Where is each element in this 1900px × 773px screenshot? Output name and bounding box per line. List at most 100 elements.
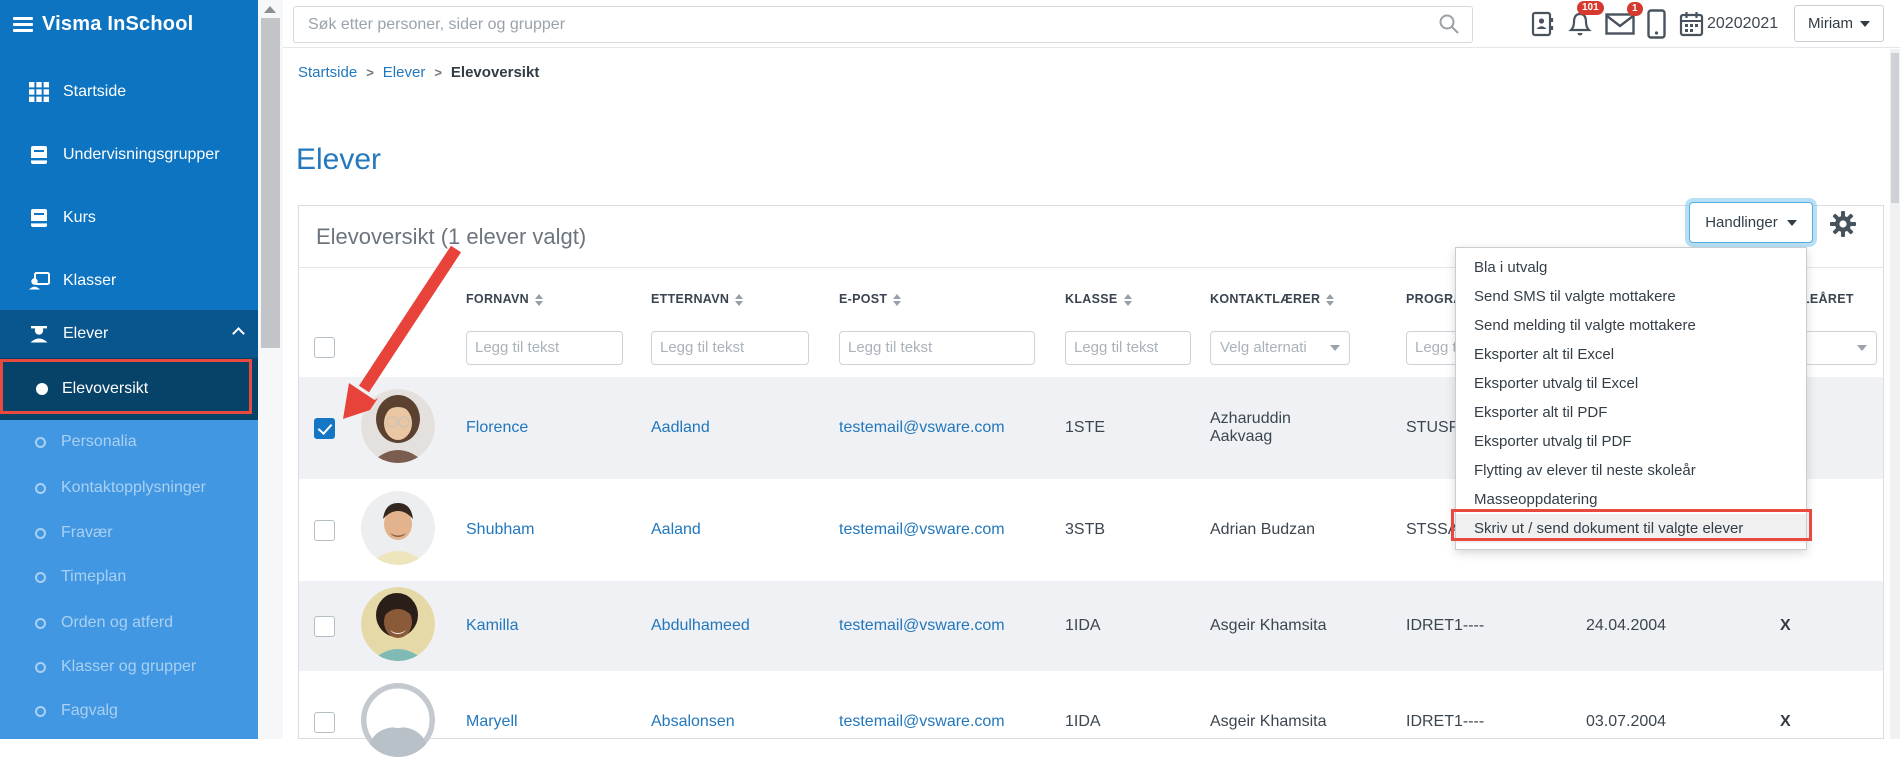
menu-item-eksporter-alt-pdf[interactable]: Eksporter alt til PDF <box>1456 398 1806 427</box>
bullet-ring-icon <box>35 483 46 494</box>
messages-envelope-icon[interactable] <box>1605 13 1635 35</box>
sidebar-item-elevoversikt[interactable]: Elevoversikt <box>0 358 258 420</box>
select-all-checkbox[interactable] <box>314 337 335 358</box>
breadcrumb-startside[interactable]: Startside <box>298 64 357 81</box>
sidebar-item-fravaer[interactable]: Fravær <box>0 518 258 548</box>
column-header-etternavn[interactable]: ETTERNAVN <box>637 268 825 318</box>
page-scrollbar[interactable] <box>1890 49 1900 739</box>
sidebar-item-elever[interactable]: Elever <box>0 310 258 358</box>
sidebar-item-fagvalg[interactable]: Fagvalg <box>0 696 258 726</box>
etternavn-link[interactable]: Absalonsen <box>651 713 735 730</box>
menu-item-send-melding[interactable]: Send melding til valgte mottakere <box>1456 311 1806 340</box>
menu-item-flytting[interactable]: Flytting av elever til neste skoleår <box>1456 456 1806 485</box>
hamburger-menu-icon[interactable] <box>13 14 33 35</box>
user-menu-button[interactable]: Miriam <box>1794 5 1884 42</box>
book-icon <box>28 144 50 166</box>
bullet-ring-icon <box>35 572 46 583</box>
table-row[interactable]: Maryell Absalonsen testemail@vsware.com … <box>299 671 1883 773</box>
notifications-bell-icon[interactable] <box>1567 11 1593 38</box>
scroll-up-arrow-icon[interactable] <box>264 6 276 13</box>
row-checkbox[interactable] <box>314 418 335 439</box>
etternavn-link[interactable]: Aadland <box>651 419 710 436</box>
menu-item-eksporter-utvalg-pdf[interactable]: Eksporter utvalg til PDF <box>1456 427 1806 456</box>
fornavn-link[interactable]: Florence <box>466 419 528 436</box>
fornavn-link[interactable]: Maryell <box>466 713 518 730</box>
row-checkbox[interactable] <box>314 520 335 541</box>
handlinger-button[interactable]: Handlinger <box>1689 202 1813 243</box>
avatar <box>361 389 435 463</box>
sidebar-item-timeplan[interactable]: Timeplan <box>0 562 258 592</box>
column-header-epost[interactable]: E-POST <box>825 268 1051 318</box>
row-checkbox[interactable] <box>314 712 335 733</box>
breadcrumb-separator: > <box>434 65 442 80</box>
sidebar-item-kontaktopplysninger[interactable]: Kontaktopplysninger <box>0 473 258 503</box>
scrollbar-thumb[interactable] <box>1891 53 1899 203</box>
etternavn-link[interactable]: Abdulhameed <box>651 617 750 634</box>
sidebar-item-undervisningsgrupper[interactable]: Undervisningsgrupper <box>0 138 258 172</box>
filter-cell <box>299 318 347 377</box>
sort-icon[interactable] <box>1326 294 1334 306</box>
settings-gear-icon[interactable] <box>1829 210 1857 238</box>
sidebar-item-startside[interactable]: Startside <box>0 75 258 109</box>
column-header-kontaktlaerer[interactable]: KONTAKTLÆRER <box>1196 268 1392 318</box>
klasse-filter-input[interactable] <box>1065 331 1191 365</box>
elever-submenu: Personalia Kontaktopplysninger Fravær Ti… <box>0 420 258 739</box>
breadcrumb-elever[interactable]: Elever <box>383 64 426 81</box>
remove-x-button[interactable]: X <box>1780 617 1791 634</box>
sidebar-item-label: Startside <box>63 83 126 101</box>
sidebar-item-label: Elever <box>63 325 108 343</box>
sort-icon[interactable] <box>1124 294 1132 306</box>
breadcrumb: Startside > Elever > Elevoversikt <box>298 64 539 81</box>
scrollbar-thumb[interactable] <box>261 18 280 348</box>
etternavn-filter-input[interactable] <box>651 331 809 365</box>
menu-item-eksporter-utvalg-excel[interactable]: Eksporter utvalg til Excel <box>1456 369 1806 398</box>
contacts-icon[interactable] <box>1529 11 1555 37</box>
row-checkbox[interactable] <box>314 616 335 637</box>
sidebar-item-label: Klasser <box>63 272 116 290</box>
sort-icon[interactable] <box>535 294 543 306</box>
chevron-down-icon <box>1857 345 1867 351</box>
bullet-ring-icon <box>35 528 46 539</box>
chevron-down-icon <box>1787 220 1797 226</box>
menu-item-masseoppdatering[interactable]: Masseoppdatering <box>1456 485 1806 514</box>
calendar-icon[interactable] <box>1679 11 1704 37</box>
sort-icon[interactable] <box>893 294 901 306</box>
epost-link[interactable]: testemail@vsware.com <box>839 713 1005 730</box>
menu-item-skriv-ut-send-dokument[interactable]: Skriv ut / send dokument til valgte elev… <box>1456 514 1806 543</box>
fornavn-link[interactable]: Shubham <box>466 521 535 538</box>
filter-cell <box>347 318 452 377</box>
fornavn-link[interactable]: Kamilla <box>466 617 518 634</box>
sidebar-scrollbar[interactable] <box>258 0 283 739</box>
school-year-label: 20202021 <box>1707 15 1778 33</box>
sidebar-item-personalia[interactable]: Personalia <box>0 427 258 457</box>
mobile-phone-icon[interactable] <box>1647 9 1666 39</box>
app-logo: Visma InSchool <box>42 13 193 36</box>
chevron-down-icon <box>1330 345 1340 351</box>
sidebar-item-orden-og-atferd[interactable]: Orden og atferd <box>0 608 258 638</box>
fornavn-filter-input[interactable] <box>466 331 623 365</box>
fodselsdato-cell: 03.07.2004 <box>1552 671 1760 773</box>
notifications-badge[interactable]: 101 <box>1577 1 1604 15</box>
search-input[interactable] <box>293 6 1473 43</box>
chevron-up-icon <box>232 327 245 340</box>
etternavn-link[interactable]: Aaland <box>651 521 701 538</box>
epost-link[interactable]: testemail@vsware.com <box>839 521 1005 538</box>
sidebar-item-kurs[interactable]: Kurs <box>0 201 258 235</box>
table-row[interactable]: Kamilla Abdulhameed testemail@vsware.com… <box>299 581 1883 671</box>
epost-filter-input[interactable] <box>839 331 1035 365</box>
menu-item-eksporter-alt-excel[interactable]: Eksporter alt til Excel <box>1456 340 1806 369</box>
sidebar-item-klasser-og-grupper[interactable]: Klasser og grupper <box>0 652 258 682</box>
menu-item-bla-i-utvalg[interactable]: Bla i utvalg <box>1456 253 1806 282</box>
sort-icon[interactable] <box>735 294 743 306</box>
handlinger-button-label: Handlinger <box>1705 214 1778 231</box>
messages-badge[interactable]: 1 <box>1627 2 1643 16</box>
remove-x-button[interactable]: X <box>1780 713 1791 730</box>
column-header-fornavn[interactable]: FORNAVN <box>452 268 637 318</box>
menu-item-send-sms[interactable]: Send SMS til valgte mottakere <box>1456 282 1806 311</box>
column-header-klasse[interactable]: KLASSE <box>1051 268 1196 318</box>
epost-link[interactable]: testemail@vsware.com <box>839 617 1005 634</box>
sidebar-item-klasser[interactable]: Klasser <box>0 264 258 298</box>
epost-link[interactable]: testemail@vsware.com <box>839 419 1005 436</box>
chevron-down-icon <box>1860 21 1870 27</box>
kontaktlaerer-filter-select[interactable]: Velg alternati <box>1210 331 1350 365</box>
